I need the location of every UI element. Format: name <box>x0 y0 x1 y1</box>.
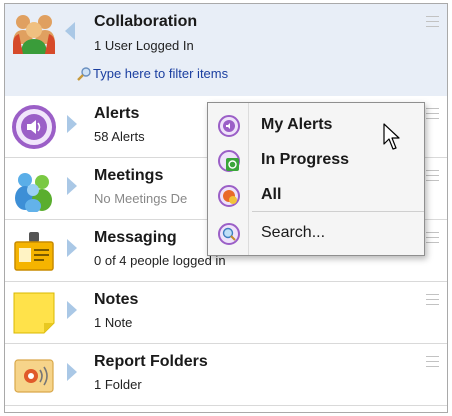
people-icon <box>11 166 57 213</box>
item-title: Messaging <box>94 229 177 246</box>
search-icon <box>218 223 240 245</box>
item-subtitle: No Meetings De <box>94 191 188 206</box>
drag-handle-icon[interactable] <box>426 170 439 181</box>
item-subtitle: 1 Folder <box>94 377 142 392</box>
sticky-note-icon <box>11 290 57 336</box>
expand-chevron-icon[interactable] <box>67 301 77 319</box>
list-item-notes[interactable]: Notes 1 Note <box>5 282 447 344</box>
item-subtitle: 58 Alerts <box>94 129 145 144</box>
list-item-report-folders[interactable]: Report Folders 1 Folder <box>5 344 447 406</box>
drag-handle-icon[interactable] <box>426 108 439 119</box>
menu-item-label: In Progress <box>261 151 350 168</box>
id-badge-icon <box>11 228 57 274</box>
collapse-chevron-icon[interactable] <box>65 22 75 40</box>
my-alerts-icon <box>218 115 240 137</box>
mouse-cursor-icon <box>383 123 400 150</box>
drag-handle-icon[interactable] <box>426 356 439 367</box>
in-progress-icon <box>218 150 240 172</box>
filter-input[interactable]: Type here to filter items <box>93 66 228 81</box>
page-title: Collaboration <box>94 13 198 30</box>
item-title: Alerts <box>94 105 140 122</box>
expand-chevron-icon[interactable] <box>67 115 77 133</box>
expand-chevron-icon[interactable] <box>67 239 77 257</box>
menu-separator <box>252 211 424 212</box>
header-subtitle: 1 User Logged In <box>94 38 194 53</box>
filter-magnifier-icon <box>77 67 91 81</box>
expand-chevron-icon[interactable] <box>67 177 77 195</box>
drag-handle-icon[interactable] <box>426 294 439 305</box>
item-subtitle: 0 of 4 people logged in <box>94 253 226 268</box>
menu-item-search[interactable]: Search... <box>208 216 424 251</box>
menu-item-all[interactable]: All <box>208 178 424 213</box>
item-title: Meetings <box>94 167 164 184</box>
item-subtitle: 1 Note <box>94 315 133 330</box>
expand-chevron-icon[interactable] <box>67 363 77 381</box>
report-folder-icon <box>11 352 57 398</box>
menu-item-label: Search... <box>261 224 326 241</box>
alert-speaker-icon <box>11 104 57 150</box>
item-title: Notes <box>94 291 139 308</box>
drag-handle-icon[interactable] <box>426 16 439 27</box>
item-title: Report Folders <box>94 353 208 370</box>
drag-handle-icon[interactable] <box>426 232 439 243</box>
collaboration-header: Collaboration 1 User Logged In Type here… <box>5 4 447 97</box>
users-group-icon <box>11 10 57 56</box>
all-alerts-icon <box>218 185 240 207</box>
menu-item-label: All <box>261 186 282 203</box>
menu-item-label: My Alerts <box>261 116 333 133</box>
